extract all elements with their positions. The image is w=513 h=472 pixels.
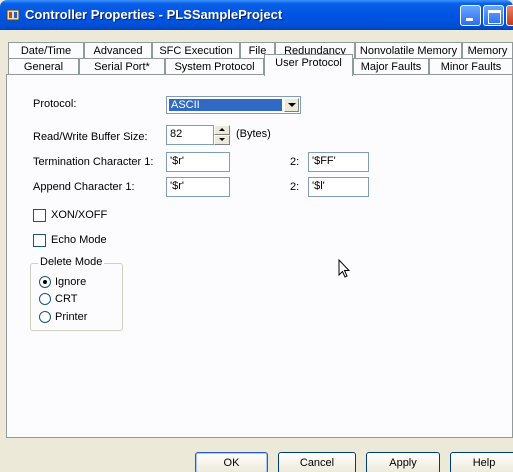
protocol-selected-value: ASCII [169, 99, 282, 111]
append-char2-input[interactable]: '$l' [308, 177, 369, 197]
append-char1-label: Append Character 1: [33, 181, 135, 193]
delete-mode-crt-label: CRT [55, 293, 78, 305]
xon-xoff-label: XON/XOFF [51, 209, 108, 221]
protocol-select[interactable]: ASCII [166, 96, 301, 114]
termination-char2-input[interactable]: '$FF' [308, 152, 369, 172]
buffer-size-input[interactable]: 82 [166, 125, 214, 145]
echo-mode-checkbox[interactable] [33, 234, 46, 247]
xon-xoff-checkbox[interactable] [33, 209, 46, 222]
delete-mode-ignore-label: Ignore [55, 276, 87, 288]
delete-mode-ignore-radio[interactable] [39, 276, 51, 288]
termination-char1-label: Termination Character 1: [33, 156, 154, 168]
spin-down-icon[interactable] [214, 135, 230, 145]
spin-up-icon[interactable] [214, 125, 230, 135]
echo-mode-label: Echo Mode [51, 234, 107, 246]
buffer-size-label: Read/Write Buffer Size: [33, 131, 148, 143]
controller-properties-window: Controller Properties - PLSSampleProject… [0, 0, 513, 472]
buffer-unit-label: (Bytes) [236, 128, 271, 140]
mouse-pointer-icon [338, 259, 350, 278]
termination-char2-label: 2: [290, 156, 300, 168]
delete-mode-printer-label: Printer [55, 311, 88, 323]
delete-mode-crt-radio[interactable] [39, 293, 51, 305]
append-char2-label: 2: [290, 181, 300, 193]
buffer-size-spinner[interactable] [214, 125, 230, 145]
chevron-down-icon[interactable] [284, 98, 299, 112]
termination-char1-input[interactable]: '$r' [166, 152, 230, 172]
delete-mode-title: Delete Mode [38, 256, 105, 268]
delete-mode-printer-radio[interactable] [39, 311, 51, 323]
protocol-label: Protocol: [33, 98, 77, 110]
append-char1-input[interactable]: '$r' [166, 177, 230, 197]
